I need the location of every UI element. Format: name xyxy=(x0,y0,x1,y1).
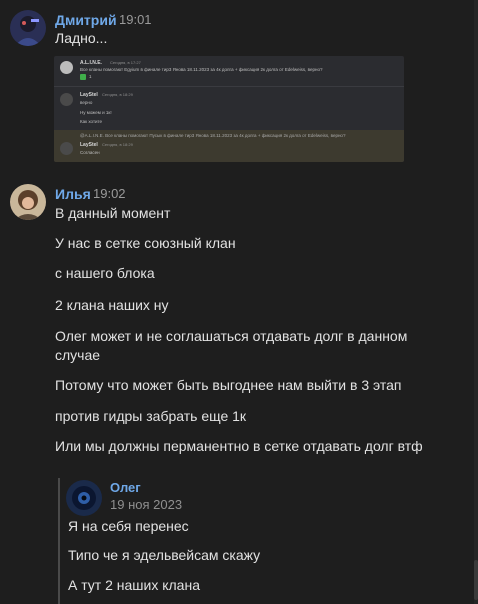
reply-preview: @A.L.I.N.E. Все кланы помогают Пусык в ф… xyxy=(80,133,346,138)
quote-text: Типо че я эдельвейсам скажу xyxy=(68,547,261,563)
message-text: верно xyxy=(80,100,93,105)
avatar xyxy=(60,142,73,155)
quote-text: А тут 2 наших клана xyxy=(68,577,200,593)
timestamp: Сегодня, в 18:29 xyxy=(102,92,133,97)
quote-text: Я на себя перенес xyxy=(68,518,189,534)
avatar[interactable] xyxy=(10,184,46,220)
divider xyxy=(54,86,404,87)
author-name: A.L.I.N.E. xyxy=(80,60,102,66)
quote-author[interactable]: Олег xyxy=(110,480,141,495)
author-name: LayStel xyxy=(80,92,98,98)
avatar[interactable] xyxy=(66,480,102,516)
timestamp: Сегодня, в 18:29 xyxy=(102,142,133,147)
message-text: Все кланы помогают Egyium в финале тир3 … xyxy=(80,67,323,72)
author-name[interactable]: Илья xyxy=(55,186,91,202)
quote-date: 19 ноя 2023 xyxy=(110,497,183,512)
author-name: LayStel xyxy=(80,142,98,148)
message-text: против гидры забрать еще 1к xyxy=(55,408,247,424)
scrollbar-thumb[interactable] xyxy=(474,560,478,600)
timestamp: Сегодня, в 17:27 xyxy=(110,60,141,65)
avatar xyxy=(60,93,73,106)
timestamp: 19:01 xyxy=(119,12,152,27)
quote-bar xyxy=(58,478,60,604)
check-icon xyxy=(80,74,86,80)
message-text: Ладно... xyxy=(55,30,108,46)
message-text: Олег может и не соглашаться отдавать дол… xyxy=(55,328,408,363)
message-text: Или мы должны перманентно в сетке отдава… xyxy=(55,438,423,454)
message-text: Ну можем и 1к! xyxy=(80,110,112,115)
avatar[interactable] xyxy=(10,10,46,46)
message-text: В данный момент xyxy=(55,205,171,221)
message-text: Как хотите xyxy=(80,119,103,124)
timestamp: 19:02 xyxy=(93,186,126,201)
avatar xyxy=(60,61,73,74)
message-text: с нашего блока xyxy=(55,265,155,281)
reaction-count: 1 xyxy=(89,74,92,79)
message-text: Потому что может быть выгоднее нам выйти… xyxy=(55,377,402,393)
author-name[interactable]: Дмитрий xyxy=(55,12,117,28)
message-text: 2 клана наших ну xyxy=(55,297,169,313)
message-text: Согласен xyxy=(80,150,100,155)
scrollbar[interactable] xyxy=(474,0,478,604)
message-text: У нас в сетке союзный клан xyxy=(55,235,236,251)
attached-screenshot[interactable]: A.L.I.N.E. Сегодня, в 17:27 Все кланы по… xyxy=(54,56,404,162)
